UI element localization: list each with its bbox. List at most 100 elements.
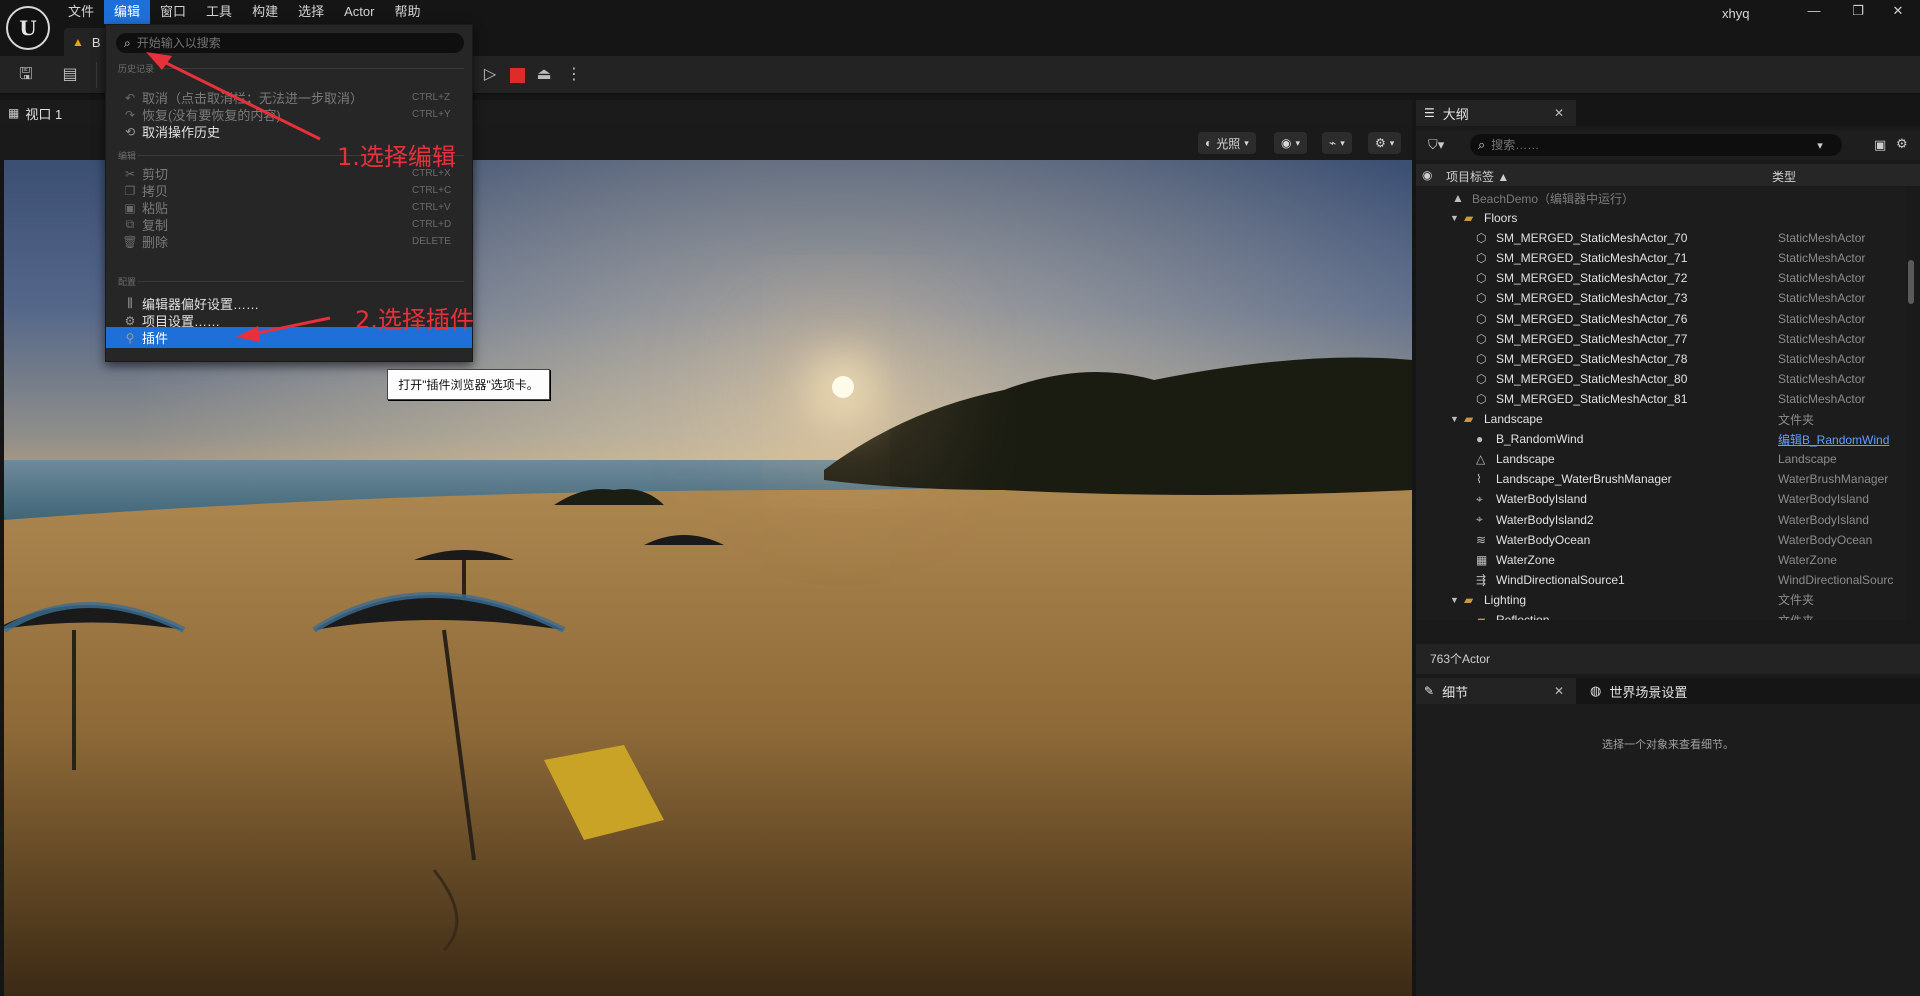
outliner-row[interactable]: ▼ ▰ Floors <box>1416 208 1906 228</box>
outliner-row[interactable]: ▰ Reflection 文件夹 <box>1416 610 1906 620</box>
mesh-icon: ⬡ <box>1476 391 1487 406</box>
outliner-row-type: WaterZone <box>1778 552 1837 567</box>
folder-open-icon: ▰ <box>1464 592 1474 607</box>
outliner-row[interactable]: ⬡ SM_MERGED_StaticMeshActor_71 StaticMeshA… <box>1416 248 1906 268</box>
outliner-row[interactable]: ⬡ SM_MERGED_StaticMeshActor_73 StaticMeshA… <box>1416 288 1906 308</box>
paste-icon: ▣ <box>124 200 136 215</box>
menu-item[interactable]: 文件 <box>58 0 104 24</box>
stop-icon[interactable] <box>510 68 525 83</box>
outliner-row[interactable]: ▲ BeachDemo（编辑器中运行） <box>1416 188 1906 208</box>
menu-item[interactable]: 编辑 <box>104 0 151 24</box>
viewport-settings-button[interactable]: ⚙ ▾ <box>1368 132 1402 154</box>
mesh-icon: ⬡ <box>1476 251 1487 266</box>
minimize-icon[interactable]: — <box>1792 0 1836 24</box>
menu-item[interactable]: 工具 <box>196 0 242 24</box>
copy-icon: ❐ <box>124 183 136 198</box>
shortcut-label: DELETE <box>412 236 451 247</box>
outliner-search-box[interactable]: ⌕ ▾ <box>1470 134 1842 156</box>
outliner-row-type: WindDirectionalSourc <box>1778 572 1894 587</box>
column-type-header[interactable]: 类型 <box>1772 168 1796 185</box>
level-document-tab[interactable]: ▲ B <box>64 28 110 56</box>
mesh-icon: ⬡ <box>1476 291 1487 306</box>
restore-icon[interactable]: ❐ <box>1836 0 1880 24</box>
gauge-icon: ⌁ <box>1329 136 1337 150</box>
edit-blueprint-link[interactable]: 编辑B_RandomWind <box>1778 431 1889 448</box>
zone-icon: ▦ <box>1476 552 1488 567</box>
plugin-icon: ⚲ <box>125 330 135 345</box>
column-label-header[interactable]: 项目标签 ▲ <box>1446 168 1509 185</box>
outliner-row[interactable]: ▼ ▰ Landscape 文件夹 <box>1416 409 1906 429</box>
show-flags-button[interactable]: ◉ ▾ <box>1274 132 1308 154</box>
mesh-icon: ⬡ <box>1476 351 1487 366</box>
outliner-row-name: SM_MERGED_StaticMeshActor_76 <box>1496 311 1688 326</box>
outliner-row[interactable]: ⌖ WaterBodyIsland2 WaterBodyIsland <box>1416 510 1906 530</box>
outliner-row[interactable]: ⬡ SM_MERGED_StaticMeshActor_78 StaticMeshA… <box>1416 349 1906 369</box>
edit-menu-item[interactable]: 🗑 删除 DELETE <box>106 231 472 252</box>
outliner-row[interactable]: ⌖ WaterBodyIsland WaterBodyIsland <box>1416 489 1906 509</box>
outliner-row[interactable]: ▦ WaterZone WaterZone <box>1416 550 1906 570</box>
outliner-tab[interactable]: ☰ 大纲 ✕ <box>1416 100 1576 126</box>
visibility-column-icon[interactable]: ◉ <box>1422 168 1432 182</box>
details-panel-body: 选择一个对象来查看细节。 <box>1416 704 1920 996</box>
save-icon[interactable]: 🖫 <box>14 64 38 86</box>
chevron-down-icon[interactable]: ▾ <box>1817 139 1823 152</box>
filter-icon[interactable]: ⛉▾ <box>1428 137 1444 153</box>
expand-arrow-icon[interactable]: ▼ <box>1450 414 1459 424</box>
landscape-icon: △ <box>1476 452 1486 467</box>
menu-item[interactable]: Actor <box>334 0 384 24</box>
menu-search-box[interactable]: ⌕ <box>116 33 464 53</box>
world-settings-tab-label: 世界场景设置 <box>1609 684 1688 700</box>
outliner-row[interactable]: ⬡ SM_MERGED_StaticMeshActor_77 StaticMeshA… <box>1416 329 1906 349</box>
gear-icon[interactable]: ⚙ <box>1896 136 1908 152</box>
outliner-row[interactable]: ⬡ SM_MERGED_StaticMeshActor_76 StaticMeshA… <box>1416 309 1906 329</box>
outliner-toolbar: ⛉▾ ⌕ ▾ ▣ ⚙ <box>1416 130 1920 160</box>
menu-item[interactable]: 帮助 <box>384 0 430 24</box>
viewport-tab[interactable]: ▦ 视口 1 <box>0 100 100 126</box>
outliner-search-input[interactable] <box>1491 138 1812 152</box>
history-icon: ⟲ <box>124 124 136 139</box>
outliner-row[interactable]: ⬡ SM_MERGED_StaticMeshActor_81 StaticMeshA… <box>1416 389 1906 409</box>
step-frame-icon[interactable]: ▷ <box>478 64 502 86</box>
menu-item[interactable]: 选择 <box>288 0 334 24</box>
outliner-row[interactable]: ⬡ SM_MERGED_StaticMeshActor_70 StaticMeshA… <box>1416 228 1906 248</box>
viewport-layout-icon: ▦ <box>8 106 20 120</box>
outliner-row-type: StaticMeshActor <box>1778 331 1866 346</box>
outliner-row-type: WaterBodyIsland <box>1778 492 1869 507</box>
outliner-row-name: WaterZone <box>1496 552 1555 567</box>
outliner-row[interactable]: ≋ WaterBodyOcean WaterBodyOcean <box>1416 530 1906 550</box>
unreal-logo-icon[interactable]: U <box>6 6 50 50</box>
main-menu-bar: 文件 编辑 窗口 工具 构建 选择 Actor 帮助 <box>58 0 430 24</box>
outliner-row[interactable]: ● B_RandomWind 编辑B_RandomWind <box>1416 429 1906 449</box>
mesh-icon: ⬡ <box>1476 271 1487 286</box>
details-tab[interactable]: ✎ 细节 ✕ <box>1416 678 1576 704</box>
globe-icon: ◍ <box>1590 683 1602 698</box>
more-options-icon[interactable]: ⋮ <box>562 64 586 86</box>
outliner-row[interactable]: ⬡ SM_MERGED_StaticMeshActor_80 StaticMeshA… <box>1416 369 1906 389</box>
content-browser-icon[interactable]: ▤ <box>58 64 82 86</box>
outliner-row-type: 文件夹 <box>1778 612 1814 621</box>
outliner-row[interactable]: ⇶ WindDirectionalSource1 WindDirectionalSo… <box>1416 570 1906 590</box>
expand-arrow-icon[interactable]: ▼ <box>1450 213 1459 223</box>
close-tab-icon[interactable]: ✕ <box>1554 684 1564 698</box>
close-window-icon[interactable]: ✕ <box>1876 0 1920 24</box>
outliner-row[interactable]: △ Landscape Landscape <box>1416 449 1906 469</box>
chevron-down-icon: ▾ <box>1295 137 1301 148</box>
undo-icon: ↶ <box>124 90 136 105</box>
outliner-scrollbar[interactable] <box>1908 260 1914 304</box>
eject-icon[interactable]: ⏏ <box>532 64 556 86</box>
add-folder-icon[interactable]: ▣ <box>1874 137 1886 153</box>
lighting-mode-button[interactable]: ◐ 光照 ▾ <box>1198 132 1256 154</box>
outliner-row[interactable]: ⌇ Landscape_WaterBrushManager WaterBrushMa… <box>1416 469 1906 489</box>
outliner-row[interactable]: ▼ ▰ Lighting 文件夹 <box>1416 590 1906 610</box>
edit-menu-item-label: 删除 <box>142 235 169 250</box>
outliner-row[interactable]: ⬡ SM_MERGED_StaticMeshActor_72 StaticMeshA… <box>1416 268 1906 288</box>
sliders-icon: ⫼ <box>127 296 133 310</box>
lighting-mode-label: 光照 <box>1216 136 1241 151</box>
menu-search-input[interactable] <box>136 36 437 50</box>
world-settings-tab[interactable]: ◍ 世界场景设置 <box>1584 678 1687 704</box>
close-tab-icon[interactable]: ✕ <box>1554 106 1564 120</box>
menu-item[interactable]: 构建 <box>242 0 288 24</box>
performance-button[interactable]: ⌁ ▾ <box>1322 132 1352 154</box>
expand-arrow-icon[interactable]: ▼ <box>1450 595 1459 605</box>
menu-item[interactable]: 窗口 <box>150 0 196 24</box>
